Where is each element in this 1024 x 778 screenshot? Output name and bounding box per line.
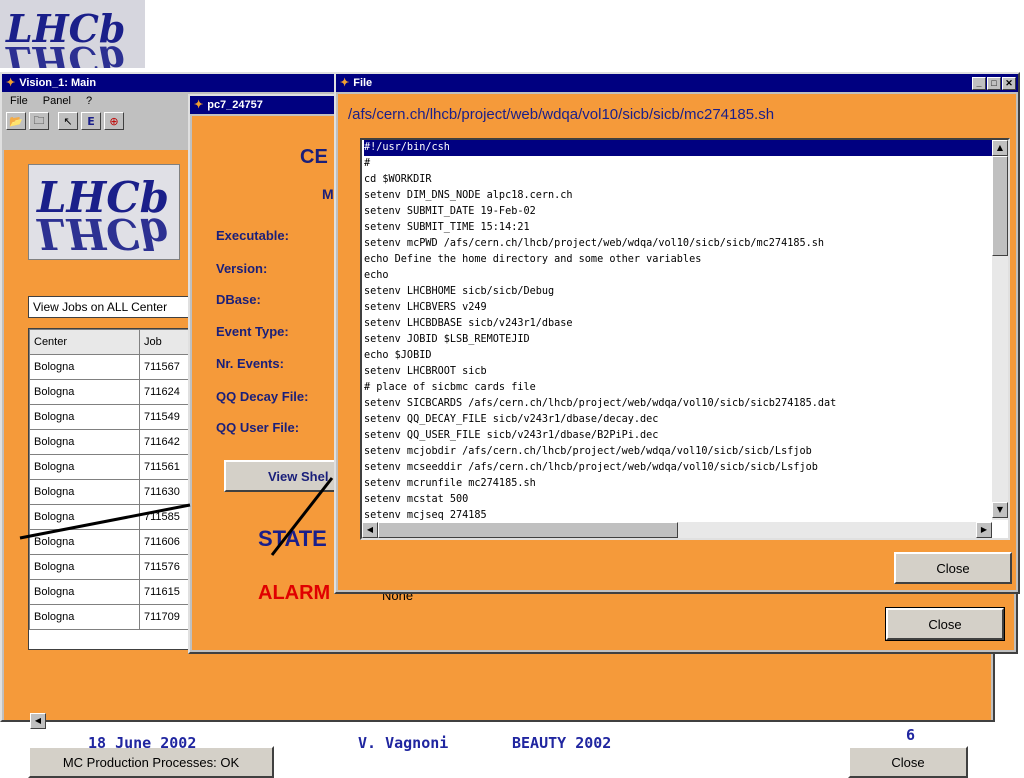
annotation-line <box>19 503 191 540</box>
footer-page-number: 6 <box>906 726 916 744</box>
footer-author: V. Vagnoni <box>358 734 449 752</box>
footer-date: 18 June 2002 <box>88 734 197 752</box>
annotation-arrow <box>270 477 334 556</box>
annotation-arrows <box>19 477 334 556</box>
footer-event: BEAUTY 2002 <box>512 734 612 752</box>
